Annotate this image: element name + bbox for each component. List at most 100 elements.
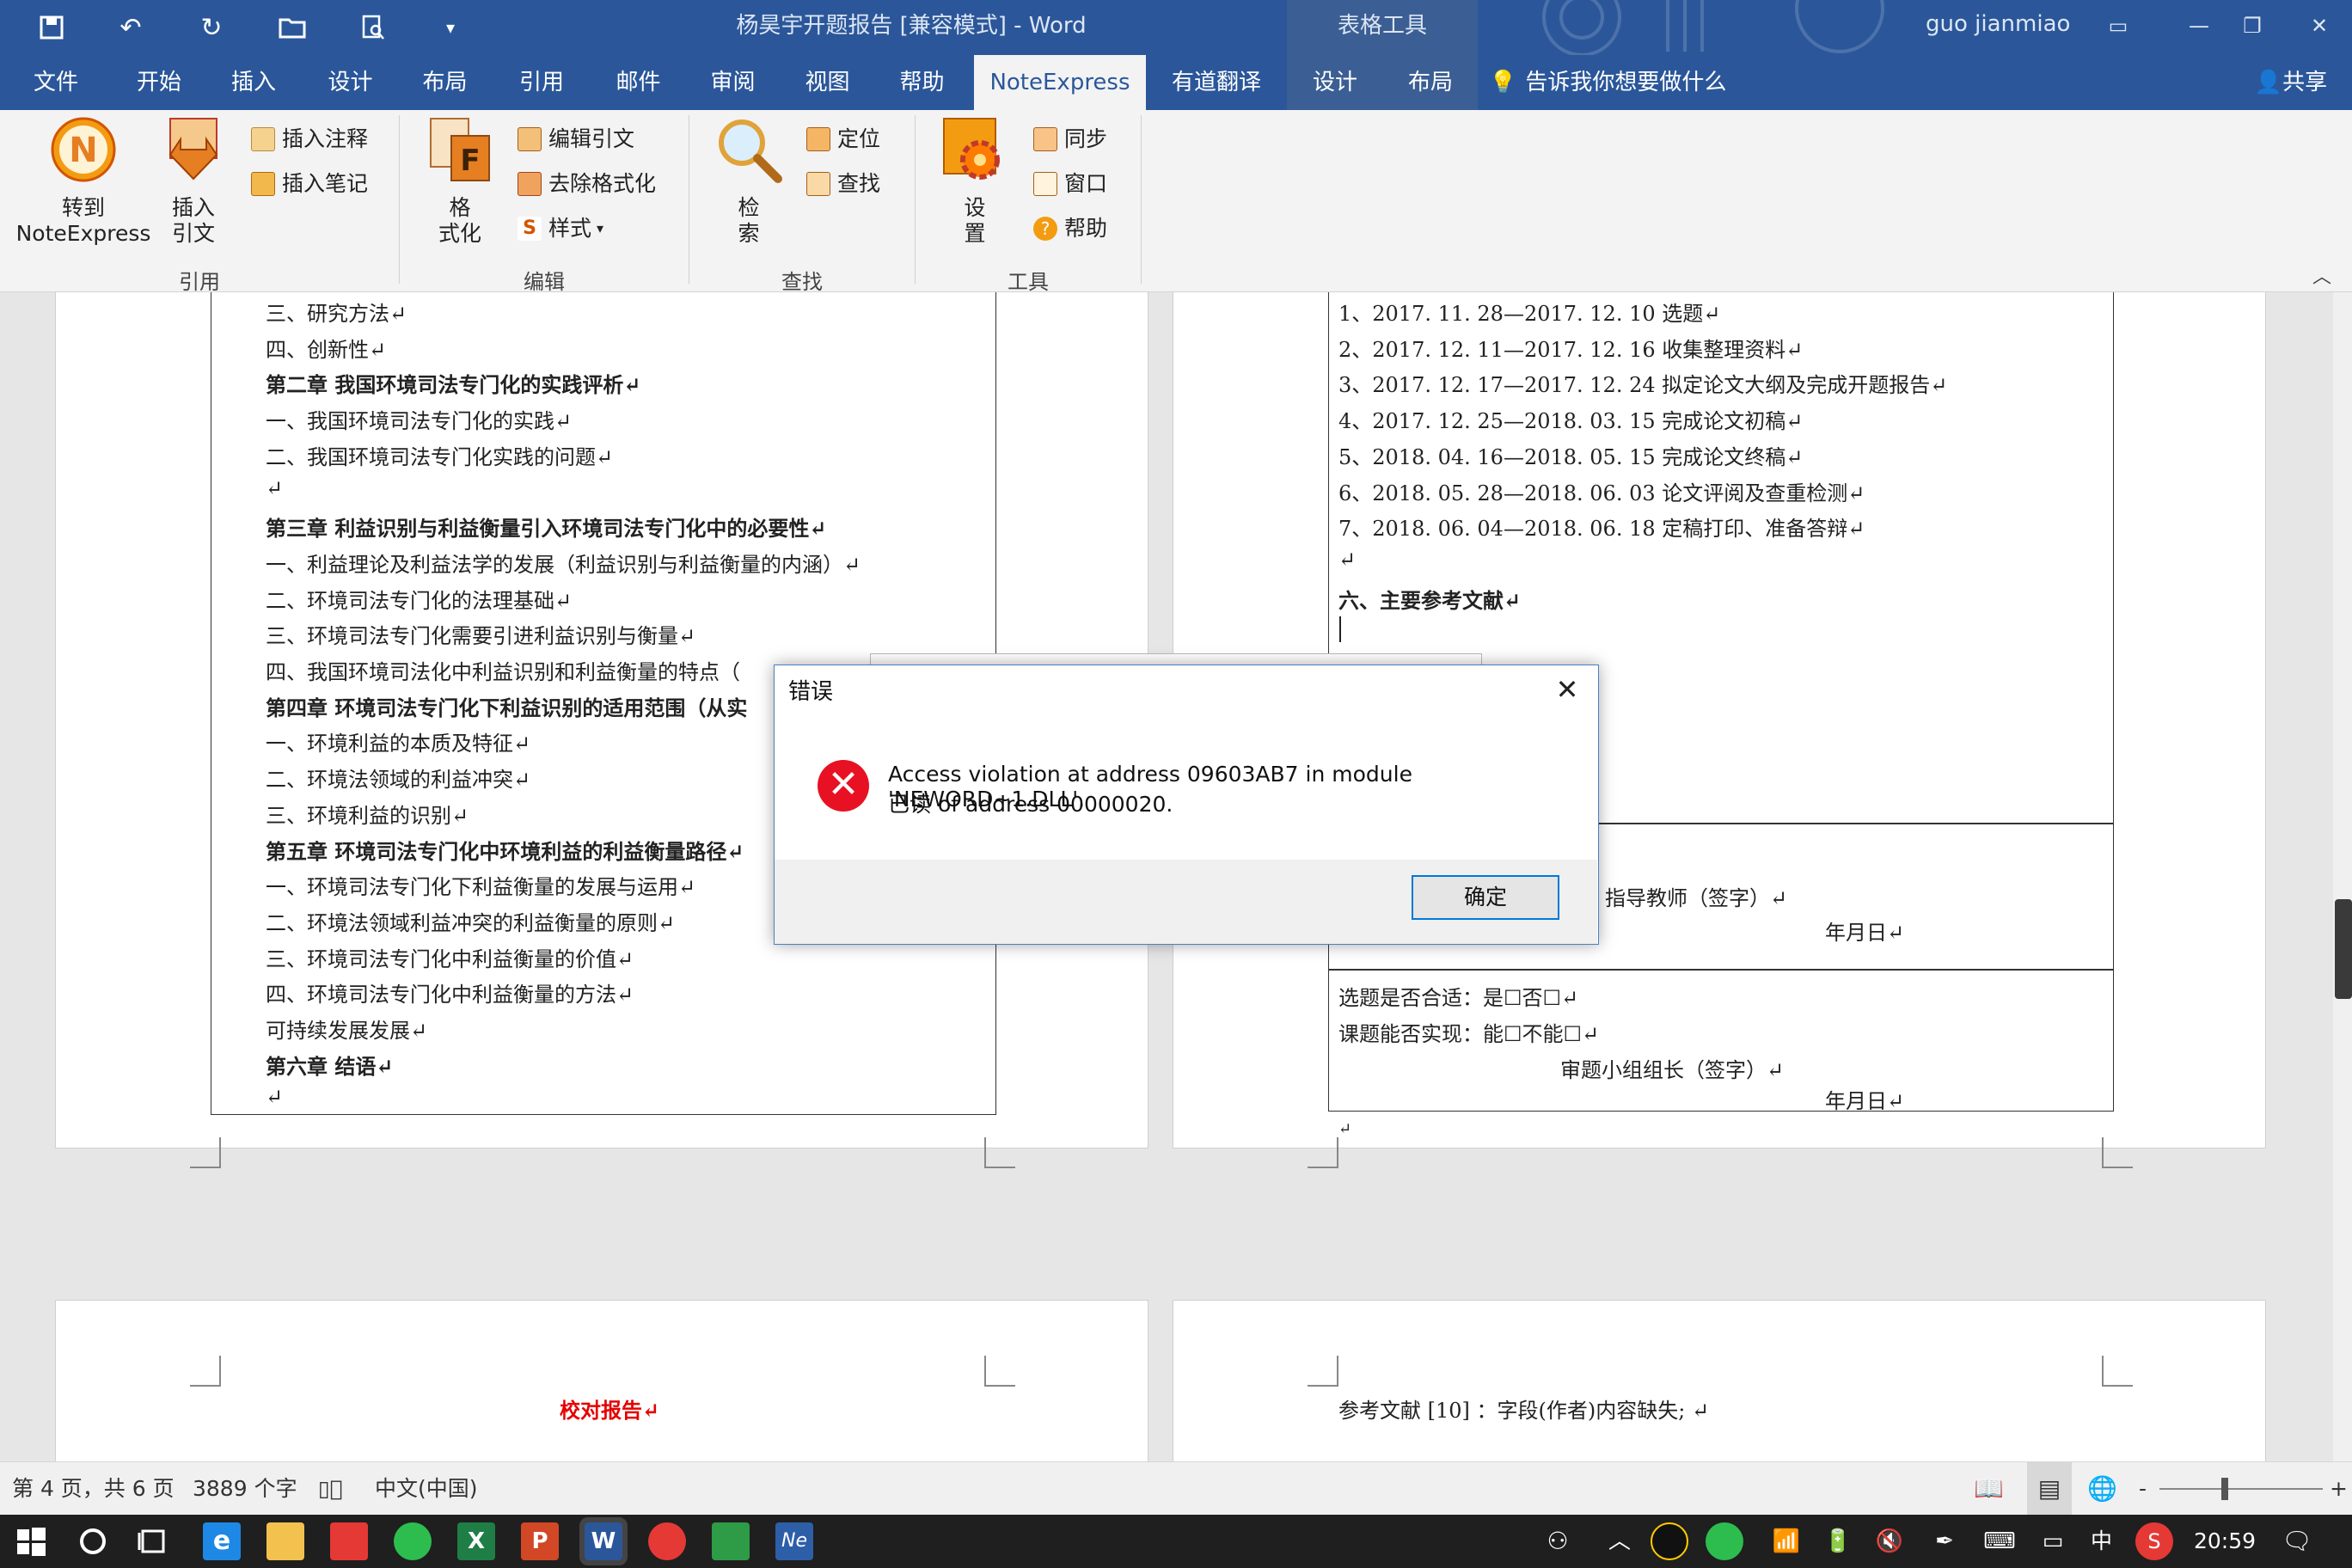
tab-mailings[interactable]: 邮件 [593, 55, 683, 110]
pen-icon[interactable]: ✒ [1926, 1522, 1963, 1560]
people-icon[interactable]: ⚇ [1539, 1522, 1577, 1560]
tab-review[interactable]: 审阅 [683, 55, 782, 110]
zoom-in-button[interactable]: + [2330, 1462, 2348, 1516]
locate-button[interactable]: 定位 [806, 122, 880, 156]
paragraph-mark: ↵ [1338, 1120, 1352, 1138]
powerpoint-icon[interactable]: P [521, 1522, 559, 1560]
ribbon-display-options-icon[interactable]: ▭ [2092, 7, 2144, 45]
page-count[interactable]: 第 4 页，共 6 页 [12, 1462, 175, 1516]
user-name[interactable]: guo jianmiao [1926, 0, 2070, 52]
insert-citation-button[interactable]: 插入 引文 [155, 115, 232, 247]
ok-button[interactable]: 确定 [1412, 875, 1559, 920]
vertical-scrollbar[interactable] [2333, 292, 2352, 1461]
input-method-indicator[interactable]: 中 [2091, 1515, 2112, 1568]
save-icon[interactable] [31, 7, 72, 48]
tab-references[interactable]: 引用 [490, 55, 593, 110]
tab-youdao[interactable]: 有道翻译 [1146, 55, 1287, 110]
crop-mark [2102, 1356, 2133, 1387]
insert-annotation-button[interactable]: 插入注释 [251, 122, 368, 156]
edit-citation-button[interactable]: 编辑引文 [518, 122, 634, 156]
sogou-ime-icon[interactable]: S [2135, 1522, 2173, 1560]
dialog-close-icon[interactable]: ✕ [1548, 671, 1586, 708]
remove-format-button[interactable]: 去除格式化 [518, 167, 656, 201]
cortana-search-icon[interactable] [74, 1522, 112, 1560]
language[interactable]: 中文(中国) [375, 1462, 478, 1516]
action-center-icon[interactable]: 🗨 [2278, 1522, 2316, 1560]
restore-icon[interactable]: ❐ [2226, 7, 2278, 45]
tray-expand-icon[interactable]: ︿ [1601, 1522, 1638, 1560]
qq-icon[interactable] [1651, 1522, 1688, 1560]
tab-table-design[interactable]: 设计 [1287, 55, 1383, 110]
sync-button[interactable]: 同步 [1033, 122, 1107, 156]
help-button[interactable]: ? 帮助 [1033, 211, 1107, 246]
zoom-slider-thumb[interactable] [2221, 1478, 2228, 1500]
redo-icon[interactable]: ↻ [191, 7, 232, 48]
tab-noteexpress[interactable]: NoteExpress [974, 55, 1146, 110]
minimize-icon[interactable]: — [2173, 7, 2225, 45]
proof-report-heading: 校对报告↵ [560, 1398, 660, 1423]
date-line-2: 年月日↵ [1825, 1089, 1905, 1113]
doc-line: 六、主要参考文献↵ [1338, 587, 1522, 613]
doc-line: 可持续发展发展↵ [266, 1019, 428, 1043]
tell-me-box[interactable]: 💡 告诉我你想要做什么 [1489, 55, 1730, 110]
tab-table-layout[interactable]: 布局 [1383, 55, 1478, 110]
file-explorer-icon[interactable] [266, 1522, 304, 1560]
settings-button[interactable]: 设 置 [935, 115, 1014, 247]
doc-line: 4、2017. 12. 25—2018. 03. 15 完成论文初稿↵ [1338, 409, 1804, 434]
zoom-out-button[interactable]: - [2139, 1462, 2147, 1516]
doc-line: 四、我国环境司法化中利益识别和利益衡量的特点（ [266, 660, 740, 684]
read-mode-icon[interactable]: 📖 [1974, 1462, 2004, 1516]
web-layout-icon[interactable]: 🌐 [2087, 1462, 2117, 1516]
group-separator [1141, 115, 1142, 284]
tab-design[interactable]: 设计 [301, 55, 400, 110]
search-button[interactable]: 检 索 [710, 115, 787, 247]
proofing-icon[interactable]: ▯⃞ [318, 1462, 343, 1516]
page-references-report[interactable]: 参考文献 [10] ：字段(作者)内容缺失; ↵ [1173, 1300, 2266, 1461]
task-view-icon[interactable] [134, 1522, 172, 1560]
share-button[interactable]: 👤共享 [2244, 55, 2338, 110]
windows-start-icon[interactable] [12, 1522, 50, 1560]
tab-home[interactable]: 开始 [112, 55, 206, 110]
noteexpress-taskbar-icon[interactable]: Ne [775, 1522, 813, 1560]
undo-icon[interactable]: ↶ [110, 7, 151, 48]
battery-icon[interactable]: 🔋 [1819, 1522, 1857, 1560]
volume-muted-icon[interactable]: 🔇 [1871, 1522, 1908, 1560]
zoom-slider[interactable] [2159, 1488, 2323, 1490]
doc-line: 一、利益理论及利益法学的发展（利益识别与利益衡量的内涵）↵ [266, 552, 861, 577]
tab-insert[interactable]: 插入 [206, 55, 301, 110]
word-icon[interactable]: W [579, 1517, 628, 1565]
goto-noteexpress-button[interactable]: N 转到 NoteExpress [14, 115, 153, 247]
tab-file[interactable]: 文件 [0, 55, 112, 110]
open-folder-icon[interactable] [272, 7, 313, 48]
tab-view[interactable]: 视图 [782, 55, 873, 110]
tab-help[interactable]: 帮助 [873, 55, 971, 110]
clock-time[interactable]: 20:59 [2194, 1515, 2256, 1568]
format-button[interactable]: F 格 式化 [421, 115, 499, 247]
window-button[interactable]: 窗口 [1033, 167, 1107, 201]
page-proof-report[interactable]: 校对报告↵ [55, 1300, 1148, 1461]
windows-taskbar: e X P W Ne ⚇ ︿ 📶 🔋 🔇 ✒ ⌨ ▭ 中 S 20:59 🗨 [0, 1515, 2352, 1568]
evernote-icon[interactable] [712, 1522, 750, 1560]
scrollbar-thumb[interactable] [2335, 899, 2352, 999]
customize-quick-access-icon[interactable]: ▾ [430, 7, 471, 48]
style-dropdown[interactable]: S 样式 ▾ [518, 211, 603, 246]
insert-citation-icon [168, 118, 218, 181]
collapse-ribbon-icon[interactable]: ︿ [2312, 261, 2331, 289]
youdao-icon[interactable] [330, 1522, 368, 1560]
excel-icon[interactable]: X [457, 1522, 495, 1560]
doc-line: 二、环境司法专门化的法理基础↵ [266, 588, 573, 613]
insert-memo-button[interactable]: 插入笔记 [251, 167, 368, 201]
touch-keyboard-icon[interactable]: ⌨ [1981, 1522, 2018, 1560]
tablet-mode-icon[interactable]: ▭ [2034, 1522, 2072, 1560]
close-window-icon[interactable]: ✕ [2294, 7, 2345, 45]
tab-layout[interactable]: 布局 [400, 55, 490, 110]
edge-browser-icon[interactable]: e [203, 1522, 241, 1560]
find-button[interactable]: 查找 [806, 167, 880, 201]
word-count[interactable]: 3889 个字 [193, 1462, 297, 1516]
wifi-icon[interactable]: 📶 [1767, 1522, 1805, 1560]
netease-music-icon[interactable] [648, 1522, 686, 1560]
print-preview-icon[interactable] [352, 7, 394, 48]
wechat-icon[interactable] [394, 1522, 432, 1560]
print-layout-icon[interactable]: ▤ [2027, 1462, 2072, 1516]
wechat-tray-icon[interactable] [1706, 1522, 1743, 1560]
